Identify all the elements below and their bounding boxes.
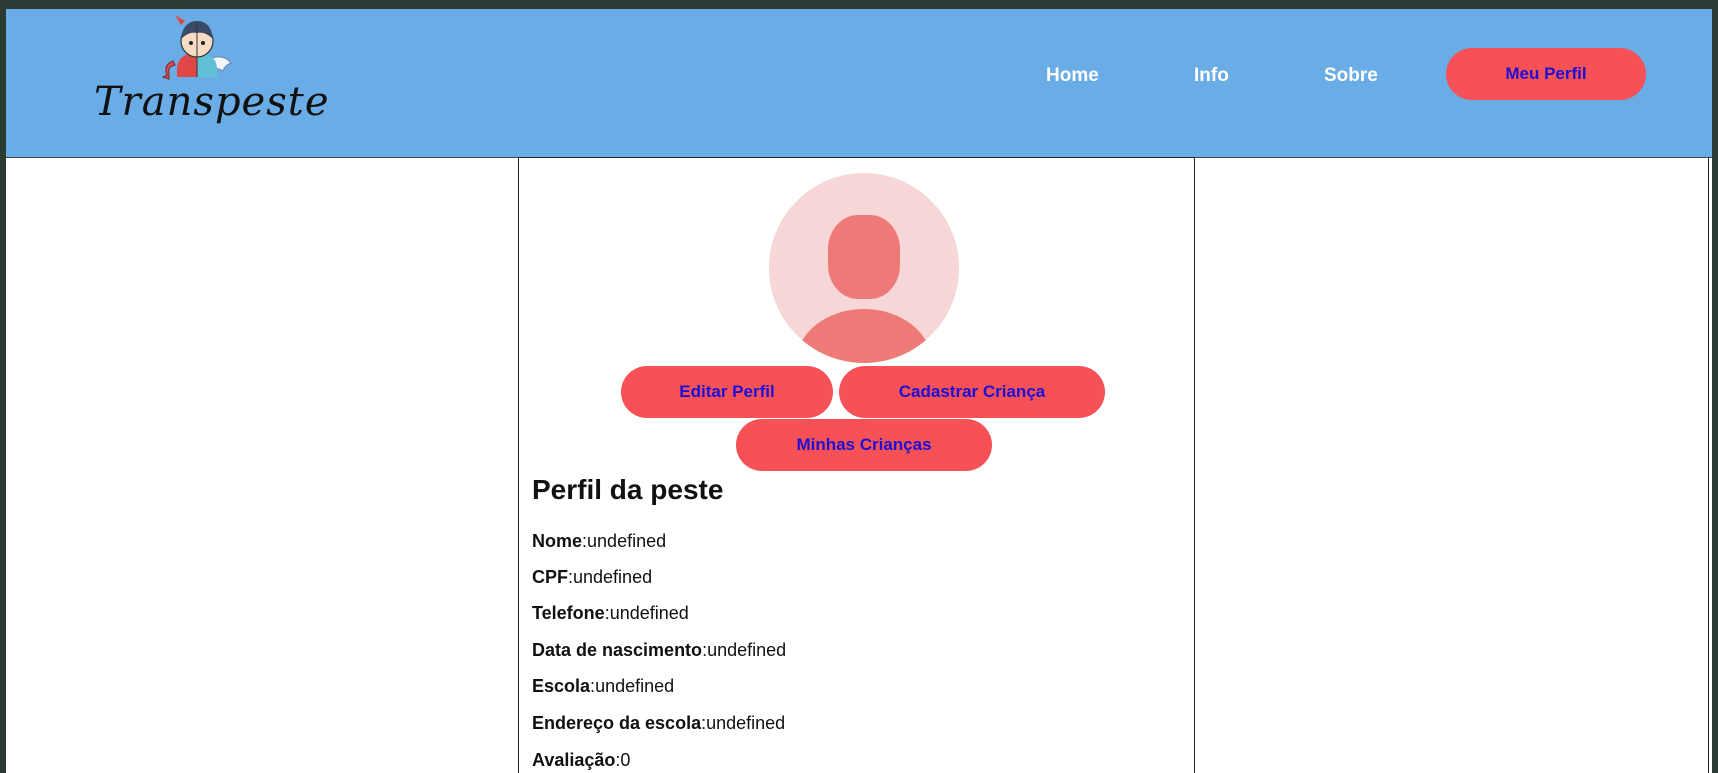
field-value: undefined (706, 713, 786, 733)
field-label: Escola (532, 676, 591, 696)
nav-about[interactable]: Sobre (1324, 65, 1378, 87)
field-phone: Telefone:undefined (532, 603, 689, 623)
my-profile-button[interactable]: Meu Perfil (1446, 48, 1646, 100)
app-window: Transpeste Home Info Sobre Meu Perfil Ed… (6, 9, 1712, 773)
field-value: undefined (609, 603, 689, 623)
field-birth-date: Data de nascimento:undefined (532, 640, 787, 660)
field-school: Escola:undefined (532, 676, 675, 696)
field-value: 0 (620, 750, 631, 770)
field-value: undefined (573, 567, 653, 587)
register-child-button[interactable]: Cadastrar Criança (839, 366, 1105, 418)
nav-home[interactable]: Home (1046, 65, 1099, 87)
brand-name: Transpeste (94, 79, 330, 125)
edit-profile-button[interactable]: Editar Perfil (621, 366, 833, 418)
my-children-button[interactable]: Minhas Crianças (736, 419, 992, 471)
user-silhouette-icon (796, 215, 932, 363)
field-label: Nome (532, 531, 583, 551)
field-rating: Avaliação:0 (532, 750, 631, 770)
right-border (1708, 157, 1709, 773)
field-value: undefined (707, 640, 787, 660)
profile-panel: Editar Perfil Cadastrar Criança Minhas C… (518, 157, 1195, 773)
avatar (769, 173, 959, 363)
profile-title: Perfil da peste (532, 474, 724, 505)
field-cpf: CPF:undefined (532, 567, 653, 587)
field-label: Telefone (532, 603, 605, 623)
field-name: Nome:undefined (532, 531, 667, 551)
brand-logo[interactable]: Transpeste (94, 9, 329, 149)
devil-angel-mascot-icon (161, 15, 233, 80)
nav-info[interactable]: Info (1194, 65, 1229, 87)
field-value: undefined (587, 531, 667, 551)
field-label: CPF (532, 567, 568, 587)
field-value: undefined (595, 676, 675, 696)
field-label: Endereço da escola (532, 713, 702, 733)
field-label: Data de nascimento (532, 640, 703, 660)
field-school-address: Endereço da escola:undefined (532, 713, 786, 733)
field-label: Avaliação (532, 750, 616, 770)
navbar: Transpeste Home Info Sobre Meu Perfil (6, 9, 1712, 158)
